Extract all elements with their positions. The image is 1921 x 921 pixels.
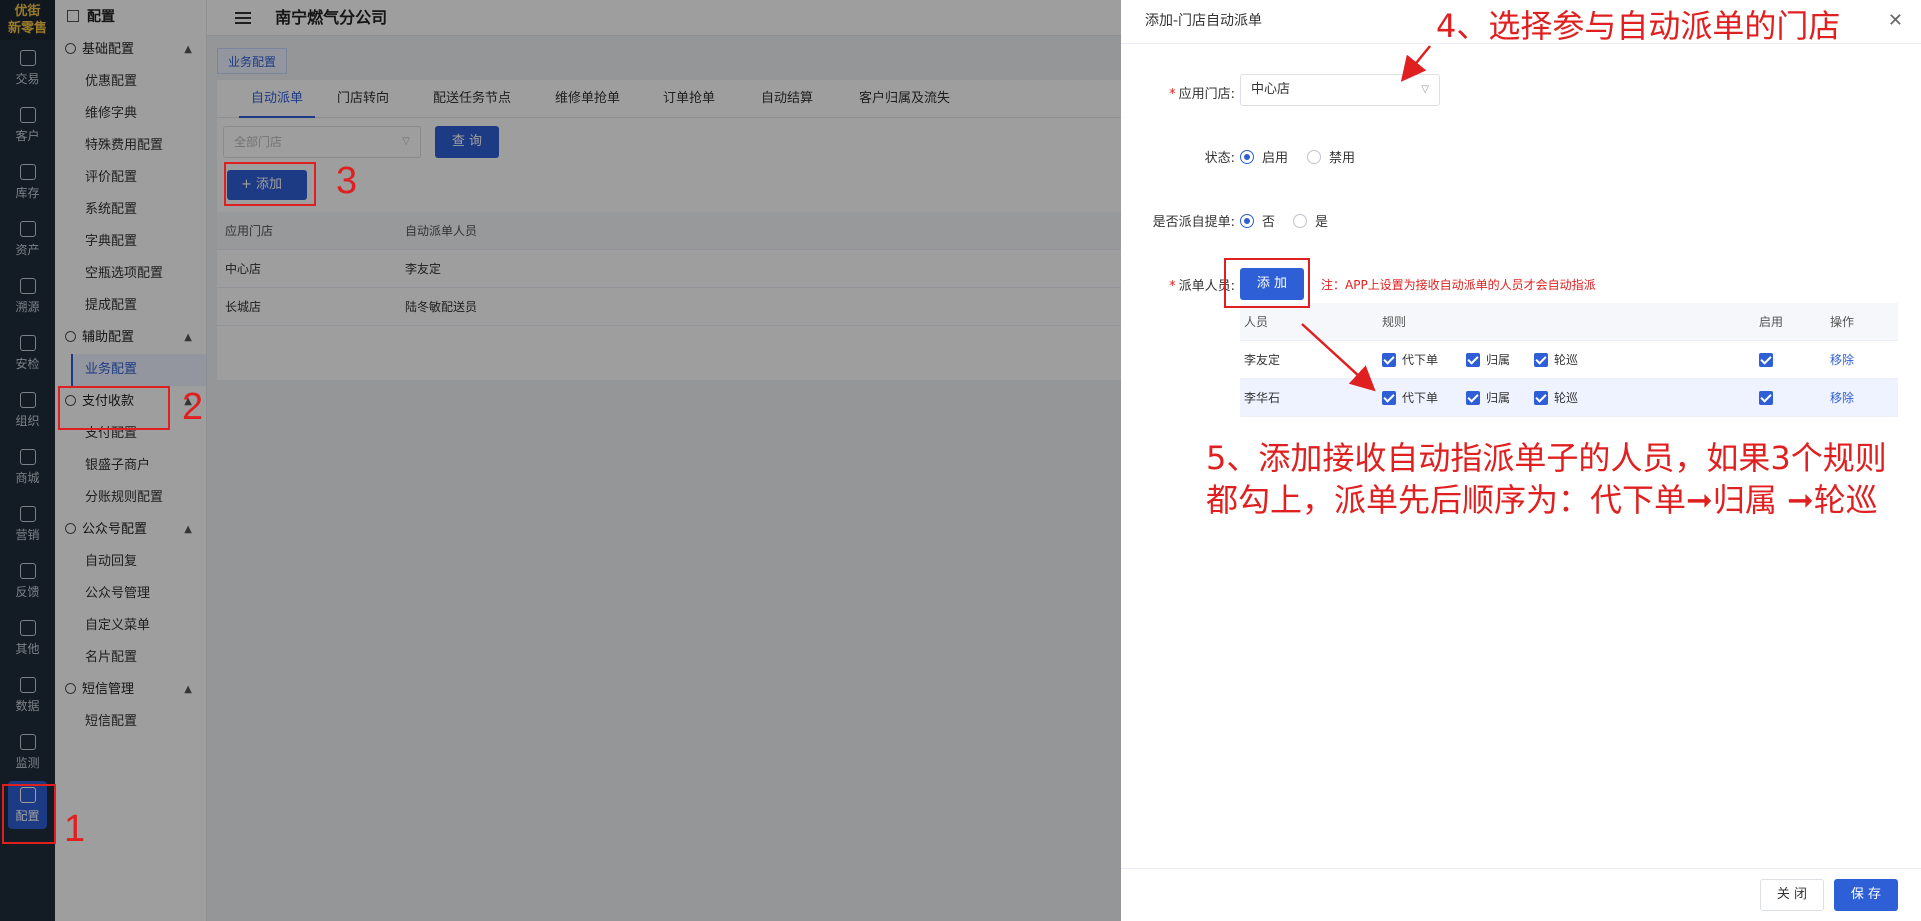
enable-checkbox[interactable] <box>1759 341 1779 379</box>
radio-checked-icon <box>1240 214 1254 228</box>
checkbox-checked-icon <box>1534 391 1548 405</box>
remove-link[interactable]: 移除 <box>1830 341 1854 379</box>
self-pick-yes-radio[interactable]: 是 <box>1293 211 1328 230</box>
status-enabled-radio[interactable]: 启用 <box>1240 147 1288 166</box>
drawer-title: 添加-门店自动派单 <box>1145 13 1263 29</box>
annotation-number-2: 2 <box>182 386 204 428</box>
checkbox-checked-icon <box>1759 391 1773 405</box>
rule-belong-checkbox[interactable]: 归属 <box>1466 341 1510 379</box>
table-row: 李华石 代下单 归属 轮巡 移除 <box>1240 379 1898 417</box>
store-label: * 应用门店: <box>1169 87 1235 102</box>
save-button[interactable]: 保 存 <box>1834 879 1898 911</box>
dispatcher-label: * 派单人员: <box>1169 279 1235 294</box>
checkbox-checked-icon <box>1382 391 1396 405</box>
self-pick-label: 是否派自提单: <box>1152 215 1235 230</box>
table-header: 人员 规则 启用 操作 <box>1240 303 1898 341</box>
dispatcher-table: 人员 规则 启用 操作 李友定 代下单 归属 轮巡 移除 李华石 代下单 归属 … <box>1240 303 1898 417</box>
checkbox-checked-icon <box>1466 391 1480 405</box>
radio-checked-icon <box>1240 150 1254 164</box>
checkbox-checked-icon <box>1382 353 1396 367</box>
rule-belong-checkbox[interactable]: 归属 <box>1466 379 1510 417</box>
dispatch-note: 注：APP上设置为接收自动派单的人员才会自动指派 <box>1321 278 1596 292</box>
chevron-down-icon: ▽ <box>1421 84 1429 95</box>
annotation-step-5-line1: 5、添加接收自动指派单子的人员，如果3个规则 <box>1206 439 1887 477</box>
status-label: 状态: <box>1204 151 1235 166</box>
annotation-box-add <box>1224 258 1310 308</box>
remove-link[interactable]: 移除 <box>1830 379 1854 417</box>
radio-icon <box>1307 150 1321 164</box>
annotation-box-3 <box>224 162 316 206</box>
drawer-footer: 关 闭 保 存 <box>1121 868 1921 921</box>
rule-proxy-checkbox[interactable]: 代下单 <box>1382 341 1438 379</box>
checkbox-checked-icon <box>1534 353 1548 367</box>
annotation-step-5-line2: 都勾上，派单先后顺序为：代下单➞归属 ➞轮巡 <box>1206 481 1878 519</box>
rule-patrol-checkbox[interactable]: 轮巡 <box>1534 341 1578 379</box>
enable-checkbox[interactable] <box>1759 379 1779 417</box>
close-button[interactable]: 关 闭 <box>1760 879 1824 911</box>
annotation-number-1: 1 <box>64 808 86 850</box>
person-name: 李华石 <box>1244 391 1281 405</box>
self-pick-no-radio[interactable]: 否 <box>1240 211 1275 230</box>
table-row: 李友定 代下单 归属 轮巡 移除 <box>1240 341 1898 379</box>
close-icon[interactable]: ✕ <box>1888 0 1903 42</box>
status-disabled-radio[interactable]: 禁用 <box>1307 147 1355 166</box>
annotation-box-1 <box>2 784 56 844</box>
rule-proxy-checkbox[interactable]: 代下单 <box>1382 379 1438 417</box>
annotation-box-2 <box>58 386 170 430</box>
store-select[interactable]: 中心店 ▽ <box>1240 74 1440 106</box>
checkbox-checked-icon <box>1759 353 1773 367</box>
rule-patrol-checkbox[interactable]: 轮巡 <box>1534 379 1578 417</box>
radio-icon <box>1293 214 1307 228</box>
checkbox-checked-icon <box>1466 353 1480 367</box>
annotation-step-4: 4、选择参与自动派单的门店 <box>1436 7 1841 45</box>
person-name: 李友定 <box>1244 353 1281 367</box>
annotation-number-3: 3 <box>336 160 358 202</box>
modal-overlay[interactable] <box>0 0 1121 921</box>
